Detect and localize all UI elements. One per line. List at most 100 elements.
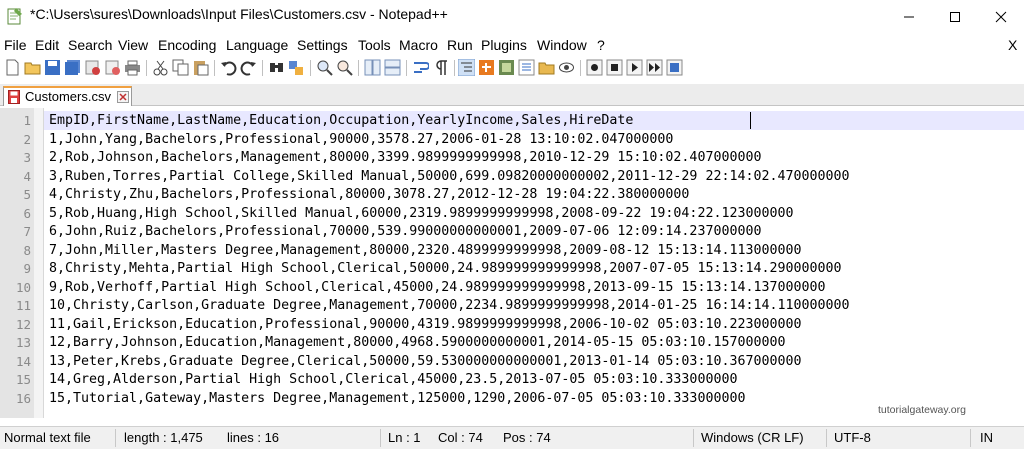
line-number: 16 — [15, 390, 31, 406]
line-number: 6 — [23, 205, 31, 221]
fold-margin — [34, 108, 44, 418]
code-line[interactable]: 14,Greg,Alderson,Partial High School,Cle… — [49, 371, 737, 390]
toolbar-separator — [358, 60, 359, 76]
code-line[interactable]: 8,Christy,Mehta,Partial High School,Cler… — [49, 260, 842, 279]
status-bar: Normal text file length : 1,475 lines : … — [0, 426, 1024, 449]
menu-run[interactable]: Run — [447, 37, 473, 53]
minimize-button[interactable] — [886, 0, 932, 33]
user-language-icon[interactable] — [478, 59, 495, 76]
toolbar-separator — [262, 60, 263, 76]
line-number: 3 — [23, 150, 31, 165]
code-line[interactable]: 5,Rob,Huang,High School,Skilled Manual,6… — [49, 205, 794, 224]
code-line[interactable]: 12,Barry,Johnson,Education,Management,80… — [49, 334, 786, 353]
maximize-icon — [950, 12, 960, 22]
code-line[interactable]: 15,Tutorial,Gateway,Masters Degree,Manag… — [49, 390, 745, 409]
save-icon[interactable] — [44, 59, 61, 76]
status-file-type: Normal text file — [4, 430, 91, 445]
minimize-icon — [904, 16, 914, 18]
monitoring-icon[interactable] — [558, 59, 575, 76]
code-line[interactable]: 7,John,Miller,Masters Degree,Management,… — [49, 242, 802, 261]
tab-label: Customers.csv — [25, 89, 111, 104]
menu-plugins[interactable]: Plugins — [481, 37, 527, 53]
menu-settings[interactable]: Settings — [297, 37, 348, 53]
print-icon[interactable] — [124, 59, 141, 76]
code-line[interactable]: EmpID,FirstName,LastName,Education,Occup… — [49, 112, 633, 131]
new-file-icon[interactable] — [4, 59, 21, 76]
line-number: 13 — [15, 335, 31, 350]
maximize-button[interactable] — [932, 0, 978, 33]
status-ln: Ln : 1 — [388, 430, 421, 445]
tab-bar: Customers.csv — [0, 84, 1024, 106]
zoom-in-icon[interactable] — [316, 59, 333, 76]
code-line[interactable]: 2,Rob,Johnson,Bachelors,Management,80000… — [49, 149, 761, 168]
status-pos: Pos : 74 — [503, 430, 551, 445]
close-document-button[interactable]: X — [1008, 37, 1017, 53]
toolbar — [0, 56, 1024, 80]
zoom-out-icon[interactable] — [336, 59, 353, 76]
code-line[interactable]: 4,Christy,Zhu,Bachelors,Professional,800… — [49, 186, 689, 205]
menu-bar: File Edit Search View Encoding Language … — [0, 35, 1024, 55]
close-window-button[interactable] — [978, 0, 1024, 33]
line-number: 5 — [23, 187, 31, 202]
menu-encoding[interactable]: Encoding — [158, 37, 216, 53]
line-number: 2 — [23, 131, 31, 147]
close-all-icon[interactable] — [104, 59, 121, 76]
line-number: 1 — [23, 113, 31, 128]
code-line[interactable]: 10,Christy,Carlson,Graduate Degree,Manag… — [49, 297, 850, 316]
play-macro-icon[interactable] — [626, 59, 643, 76]
status-encoding: UTF-8 — [834, 430, 871, 445]
word-wrap-icon[interactable] — [412, 59, 429, 76]
menu-window[interactable]: Window — [537, 37, 587, 53]
close-icon[interactable] — [84, 59, 101, 76]
show-all-chars-icon[interactable] — [432, 59, 449, 76]
toolbar-separator — [454, 60, 455, 76]
find-icon[interactable] — [268, 59, 285, 76]
sync-vertical-icon[interactable] — [364, 59, 381, 76]
record-macro-icon[interactable] — [586, 59, 603, 76]
line-number: 7 — [23, 224, 31, 239]
code-line[interactable]: 1,John,Yang,Bachelors,Professional,90000… — [49, 131, 673, 150]
status-insert-mode: IN — [980, 430, 993, 445]
run-macro-multiple-icon[interactable] — [646, 59, 663, 76]
redo-icon[interactable] — [240, 59, 257, 76]
doc-map-icon[interactable] — [498, 59, 515, 76]
toolbar-separator — [146, 60, 147, 76]
menu-view[interactable]: View — [118, 37, 148, 53]
menu-language[interactable]: Language — [226, 37, 288, 53]
status-col: Col : 74 — [438, 430, 483, 445]
close-icon — [995, 11, 1007, 23]
status-separator — [115, 429, 116, 447]
save-all-icon[interactable] — [64, 59, 81, 76]
copy-icon[interactable] — [172, 59, 189, 76]
open-file-icon[interactable] — [24, 59, 41, 76]
line-number: 9 — [23, 261, 31, 276]
code-line[interactable]: 9,Rob,Verhoff,Partial High School,Cleric… — [49, 279, 826, 298]
status-separator — [380, 429, 381, 447]
cut-icon[interactable] — [152, 59, 169, 76]
menu-edit[interactable]: Edit — [35, 37, 59, 53]
paste-icon[interactable] — [192, 59, 209, 76]
code-line[interactable]: 3,Ruben,Torres,Partial College,Skilled M… — [49, 168, 850, 187]
folder-workspace-icon[interactable] — [538, 59, 555, 76]
close-tab-icon[interactable] — [117, 91, 129, 103]
tab-customers-csv[interactable]: Customers.csv — [3, 86, 132, 106]
code-line[interactable]: 13,Peter,Krebs,Graduate Degree,Clerical,… — [49, 353, 802, 372]
function-list-icon[interactable] — [518, 59, 535, 76]
code-line[interactable]: 6,John,Ruiz,Bachelors,Professional,70000… — [49, 223, 761, 242]
menu-tools[interactable]: Tools — [358, 37, 391, 53]
replace-icon[interactable] — [288, 59, 305, 76]
unsaved-file-icon — [8, 90, 20, 104]
sync-horizontal-icon[interactable] — [384, 59, 401, 76]
menu-macro[interactable]: Macro — [399, 37, 438, 53]
menu-help[interactable]: ? — [597, 37, 605, 53]
stop-record-icon[interactable] — [606, 59, 623, 76]
menu-file[interactable]: File — [4, 37, 27, 53]
menu-search[interactable]: Search — [68, 37, 112, 53]
code-line[interactable]: 11,Gail,Erickson,Education,Professional,… — [49, 316, 802, 335]
indent-guide-icon[interactable] — [458, 59, 475, 76]
line-number: 8 — [23, 242, 31, 258]
text-caret — [750, 112, 751, 129]
editor-area[interactable]: 1 2 3 4 5 6 7 8 9 10 11 12 13 14 15 16 E… — [0, 108, 1024, 418]
undo-icon[interactable] — [220, 59, 237, 76]
save-macro-icon[interactable] — [666, 59, 683, 76]
